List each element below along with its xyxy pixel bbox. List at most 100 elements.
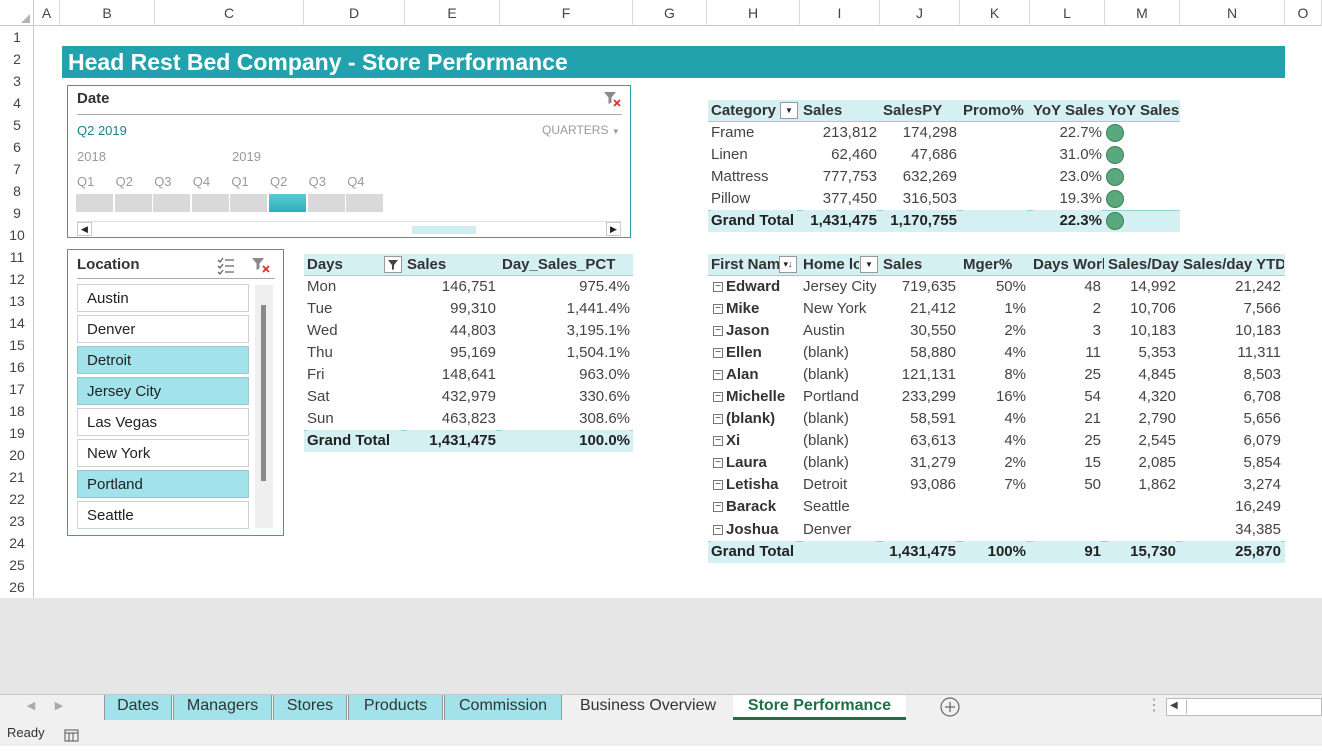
chevron-down-icon[interactable]: ▼ — [860, 256, 878, 273]
collapse-icon[interactable]: − — [713, 436, 723, 447]
tab-commission[interactable]: Commission — [444, 695, 562, 720]
timeline-quarter-label[interactable]: Q2 — [270, 174, 287, 189]
tab-store-performance[interactable]: Store Performance — [733, 695, 906, 720]
clear-filter-icon[interactable] — [250, 255, 272, 275]
timeline-period-bar[interactable] — [153, 194, 193, 212]
tab-stores[interactable]: Stores — [273, 695, 347, 720]
timeline-period-bar[interactable] — [191, 194, 231, 212]
location-item-portland[interactable]: Portland — [77, 470, 249, 498]
tab-products[interactable]: Products — [348, 695, 443, 720]
timeline-period-bar[interactable] — [114, 194, 154, 212]
manager-name-cell[interactable]: − Ellen — [713, 342, 800, 364]
manager-name-cell[interactable]: − Barack — [713, 496, 800, 518]
column-header-k[interactable]: K — [960, 0, 1030, 26]
column-header-m[interactable]: M — [1105, 0, 1180, 26]
row-header-22[interactable]: 22 — [0, 488, 33, 510]
collapse-icon[interactable]: − — [713, 458, 723, 469]
column-header-n[interactable]: N — [1180, 0, 1285, 26]
row-header-26[interactable]: 26 — [0, 576, 33, 598]
location-item-detroit[interactable]: Detroit — [77, 346, 249, 374]
collapse-icon[interactable]: − — [713, 525, 723, 536]
row-header-6[interactable]: 6 — [0, 136, 33, 158]
timeline-quarter-label[interactable]: Q1 — [231, 174, 248, 189]
column-header-g[interactable]: G — [633, 0, 707, 26]
timeline-level-dropdown[interactable]: QUARTERS ▼ — [542, 123, 620, 137]
column-header-f[interactable]: F — [500, 0, 633, 26]
row-header-9[interactable]: 9 — [0, 202, 33, 224]
row-header-17[interactable]: 17 — [0, 378, 33, 400]
collapse-icon[interactable]: − — [713, 502, 723, 513]
column-header-e[interactable]: E — [405, 0, 500, 26]
filter-icon[interactable] — [384, 256, 402, 273]
timeline-scroll-thumb[interactable] — [412, 226, 476, 234]
date-timeline-slicer[interactable] — [67, 85, 631, 238]
multi-select-icon[interactable] — [216, 255, 236, 275]
row-header-1[interactable]: 1 — [0, 26, 33, 48]
new-sheet-icon[interactable] — [939, 695, 961, 720]
row-header-15[interactable]: 15 — [0, 334, 33, 356]
tab-scroll-left-icon[interactable]: ◀ — [22, 695, 40, 720]
tab-scroll-right-icon[interactable]: ▶ — [50, 695, 68, 720]
manager-name-cell[interactable]: − Jason — [713, 320, 800, 342]
collapse-icon[interactable]: − — [713, 282, 723, 293]
timeline-quarter-label[interactable]: Q1 — [77, 174, 94, 189]
location-item-denver[interactable]: Denver — [77, 315, 249, 343]
timeline-period-bar[interactable] — [346, 194, 386, 212]
manager-name-cell[interactable]: − Mike — [713, 298, 800, 320]
column-header-c[interactable]: C — [155, 0, 304, 26]
collapse-icon[interactable]: − — [713, 414, 723, 425]
timeline-quarter-label[interactable]: Q4 — [347, 174, 364, 189]
collapse-icon[interactable]: − — [713, 480, 723, 491]
column-header-h[interactable]: H — [707, 0, 800, 26]
location-item-new-york[interactable]: New York — [77, 439, 249, 467]
timeline-quarter-label[interactable]: Q3 — [309, 174, 326, 189]
row-header-20[interactable]: 20 — [0, 444, 33, 466]
manager-name-cell[interactable]: − Xi — [713, 430, 800, 452]
column-header-b[interactable]: B — [60, 0, 155, 26]
row-header-3[interactable]: 3 — [0, 70, 33, 92]
row-header-23[interactable]: 23 — [0, 510, 33, 532]
location-item-austin[interactable]: Austin — [77, 284, 249, 312]
manager-name-cell[interactable]: − Michelle — [713, 386, 800, 408]
scroll-right-icon[interactable]: ▶ — [606, 222, 621, 236]
row-header-12[interactable]: 12 — [0, 268, 33, 290]
collapse-icon[interactable]: − — [713, 370, 723, 381]
collapse-icon[interactable]: − — [713, 392, 723, 403]
collapse-icon[interactable]: − — [713, 304, 723, 315]
row-header-2[interactable]: 2 — [0, 48, 33, 70]
manager-name-cell[interactable]: − (blank) — [713, 408, 800, 430]
manager-name-cell[interactable]: − Alan — [713, 364, 800, 386]
row-header-11[interactable]: 11 — [0, 246, 33, 268]
row-header-24[interactable]: 24 — [0, 532, 33, 554]
timeline-period-bar[interactable] — [76, 194, 115, 212]
manager-name-cell[interactable]: − Edward — [713, 276, 800, 298]
tab-managers[interactable]: Managers — [173, 695, 272, 720]
row-header-7[interactable]: 7 — [0, 158, 33, 180]
select-all-corner[interactable] — [0, 0, 34, 26]
timeline-period-bar[interactable] — [269, 194, 308, 212]
row-header-10[interactable]: 10 — [0, 224, 33, 246]
column-header-i[interactable]: I — [800, 0, 880, 26]
column-header-o[interactable]: O — [1285, 0, 1322, 26]
slicer-scroll-thumb[interactable] — [261, 305, 266, 481]
column-header-j[interactable]: J — [880, 0, 960, 26]
horizontal-scrollbar[interactable] — [1166, 698, 1322, 716]
row-header-19[interactable]: 19 — [0, 422, 33, 444]
manager-name-cell[interactable]: − Joshua — [713, 519, 800, 541]
row-header-18[interactable]: 18 — [0, 400, 33, 422]
macro-record-icon[interactable] — [64, 726, 80, 742]
row-header-4[interactable]: 4 — [0, 92, 33, 114]
location-item-seattle[interactable]: Seattle — [77, 501, 249, 529]
manager-name-cell[interactable]: − Letisha — [713, 474, 800, 496]
tab-business-overview[interactable]: Business Overview — [564, 695, 732, 720]
timeline-quarter-label[interactable]: Q2 — [116, 174, 133, 189]
timeline-quarter-label[interactable]: Q3 — [154, 174, 171, 189]
location-item-jersey-city[interactable]: Jersey City — [77, 377, 249, 405]
more-options-icon[interactable]: ⋮ — [1146, 695, 1162, 720]
scroll-left-icon[interactable]: ◀ — [77, 222, 92, 236]
scroll-left-icon[interactable]: ◀ — [1170, 700, 1178, 711]
chevron-down-icon[interactable]: ▼ — [780, 102, 798, 119]
timeline-period-bar[interactable] — [230, 194, 270, 212]
manager-header-1[interactable]: Home lo — [803, 254, 859, 276]
timeline-period-bar[interactable] — [307, 194, 347, 212]
